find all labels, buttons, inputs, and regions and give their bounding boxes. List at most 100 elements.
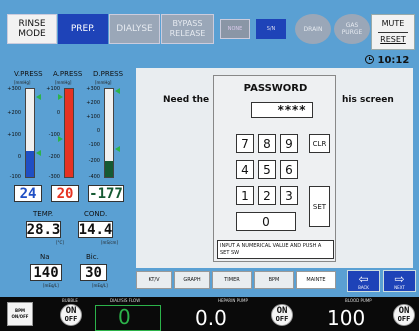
heparin-onoff-button[interactable]: ON OFF: [271, 304, 293, 326]
bypass-label-2: RELEASE: [169, 29, 206, 38]
main-message-right: his screen: [342, 95, 394, 105]
d-press-value: -177: [88, 185, 124, 202]
v-scale-tick: 0: [17, 154, 21, 160]
drain-label: DRAIN: [303, 25, 323, 33]
a-scale-tick: 0: [56, 110, 60, 116]
instruction-text: INPUT A NUMERICAL VALUE AND PUSH A SET S…: [217, 240, 334, 259]
d-press-scale: +300 +200 +100 0 -100 -200 -400: [86, 86, 102, 181]
a-scale-tick: +100: [46, 86, 60, 92]
heparin-off-label: OFF: [275, 315, 289, 323]
tab-timer[interactable]: TIMER: [212, 271, 252, 289]
mute-reset-button[interactable]: MUTE RESET: [371, 14, 415, 50]
mute-label: MUTE: [381, 19, 405, 28]
a-press-label: A.PRESS: [53, 70, 83, 78]
v-scale-tick: +300: [7, 86, 21, 92]
key-3[interactable]: 3: [280, 186, 298, 205]
blood-pump-onoff-button[interactable]: ON OFF: [393, 304, 415, 326]
d-press-bar: [104, 88, 114, 178]
sn-label: S/N: [266, 26, 276, 32]
tab-graph[interactable]: GRAPH: [174, 271, 210, 289]
bubble-off-label: OFF: [64, 315, 78, 323]
bic-unit: [mEq/L]: [92, 283, 108, 288]
reset-label: RESET: [380, 35, 406, 44]
cond-value: 14.4: [78, 221, 113, 238]
heparin-pump-label: HEPARIN PUMP: [218, 298, 248, 303]
v-press-bar: [25, 88, 35, 178]
temp-label: TEMP.: [33, 210, 54, 218]
set-button[interactable]: SET: [309, 186, 330, 227]
bic-value: 30: [80, 264, 107, 281]
gas-purge-button[interactable]: GAS PURGE: [334, 14, 370, 44]
rinse-mode-label-2: MODE: [18, 29, 46, 39]
heparin-on-label: ON: [276, 306, 288, 316]
v-lower-limit-marker: [36, 150, 41, 156]
clock-icon: [365, 55, 374, 64]
na-label: Na: [40, 253, 50, 261]
clock: 10:12: [365, 55, 409, 66]
bubble-label: BUBBLE: [62, 298, 78, 303]
none-button[interactable]: NONE: [220, 19, 250, 39]
bpm-onoff-label: ON/OFF: [11, 314, 29, 319]
blood-pump-value: 100: [327, 306, 366, 330]
v-scale-tick: -100: [9, 174, 21, 180]
key-6[interactable]: 6: [280, 160, 298, 179]
d-scale-tick: -200: [88, 158, 100, 164]
key-9[interactable]: 9: [280, 134, 298, 153]
a-press-scale: +100 0 -100 -200 -300: [46, 86, 60, 181]
v-press-unit: [mmHg]: [14, 80, 31, 85]
tab-mainte[interactable]: MAINTE: [296, 271, 336, 289]
tab-bpm[interactable]: BPM: [254, 271, 294, 289]
rinse-mode-label-1: RINSE: [18, 19, 46, 29]
gas-purge-label-2: PURGE: [341, 29, 363, 36]
blood-pump-label: BLOOD PUMP: [345, 298, 372, 303]
blood-off-label: OFF: [397, 315, 411, 323]
key-1[interactable]: 1: [236, 186, 254, 205]
v-press-scale: +300 +200 +100 0 -100: [7, 86, 21, 181]
bpm-onoff-button[interactable]: BPM ON/OFF: [7, 302, 33, 326]
d-scale-tick: -100: [88, 142, 100, 148]
bypass-label-1: BYPASS: [172, 19, 203, 28]
a-press-value: 20: [51, 185, 79, 202]
d-upper-limit-marker: [115, 88, 120, 94]
key-8[interactable]: 8: [258, 134, 276, 153]
na-unit: [mEq/L]: [43, 283, 59, 288]
a-scale-tick: -300: [48, 174, 60, 180]
a-press-fill: [65, 89, 73, 177]
key-5[interactable]: 5: [258, 160, 276, 179]
drain-button[interactable]: DRAIN: [295, 14, 331, 44]
cond-label: COND.: [84, 210, 108, 218]
sn-button[interactable]: S/N: [256, 19, 286, 39]
dialysis-flow-value: 0: [118, 305, 131, 329]
d-press-label: D.PRESS: [93, 70, 124, 78]
a-press-unit: [mmHg]: [55, 80, 72, 85]
v-scale-tick: +200: [7, 110, 21, 116]
tab-ktv[interactable]: KT/V: [136, 271, 172, 289]
temp-value: 28.3: [26, 221, 61, 238]
password-input[interactable]: ****: [251, 102, 313, 118]
arrow-left-icon: ⇦: [358, 271, 369, 286]
key-2[interactable]: 2: [258, 186, 276, 205]
prep-label: PREP.: [70, 24, 96, 34]
d-press-fill: [105, 161, 113, 177]
mute-divider: [378, 32, 408, 33]
dialysis-flow-label: DIALYSIS FLOW: [110, 298, 141, 303]
key-7[interactable]: 7: [236, 134, 254, 153]
none-label: NONE: [227, 26, 243, 32]
blood-on-label: ON: [398, 306, 410, 316]
next-button[interactable]: ⇨ NEXT: [383, 270, 416, 292]
prep-button[interactable]: PREP.: [58, 14, 108, 44]
v-press-label: V.PRESS: [14, 70, 43, 78]
password-dialog: PASSWORD **** 7 8 9 CLR 4 5 6 1 2 3 SET …: [213, 75, 336, 262]
a-lower-limit-marker: [58, 136, 63, 142]
rinse-mode-button[interactable]: RINSE MODE: [7, 14, 57, 44]
key-4[interactable]: 4: [236, 160, 254, 179]
bubble-onoff-button[interactable]: ON OFF: [60, 304, 82, 326]
key-0[interactable]: 0: [236, 212, 296, 231]
back-button[interactable]: ⇦ BACK: [347, 270, 380, 292]
d-scale-tick: -400: [88, 174, 100, 180]
dialyse-button[interactable]: DIALYSE: [109, 14, 160, 44]
d-lower-limit-marker: [115, 146, 120, 152]
clear-button[interactable]: CLR: [309, 134, 330, 153]
bypass-release-button[interactable]: BYPASS RELEASE: [161, 14, 214, 44]
d-scale-tick: +100: [86, 114, 100, 120]
